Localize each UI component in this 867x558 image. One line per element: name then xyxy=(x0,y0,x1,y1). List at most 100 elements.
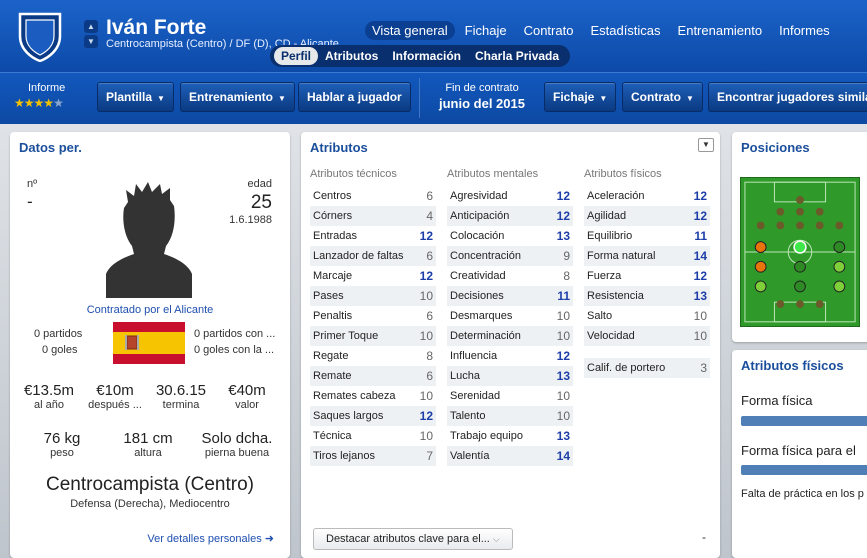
physical-attribute-value: 13 xyxy=(693,289,707,303)
technical-attribute-row: Lanzador de faltas 6 xyxy=(310,246,436,266)
mental-attribute-name: Creatividad xyxy=(450,270,506,282)
goalkeeper-value: 3 xyxy=(700,361,707,375)
mental-attribute-row: Determinación 10 xyxy=(447,326,573,346)
after-stat: €10m después ... xyxy=(84,382,146,411)
mental-attribute-name: Trabajo equipo xyxy=(450,430,523,442)
technical-attribute-name: Marcaje xyxy=(313,270,353,282)
technical-header: Atributos técnicos xyxy=(310,168,397,180)
tab-informes[interactable]: Informes xyxy=(772,21,837,40)
physical-attribute-value: 11 xyxy=(694,229,707,243)
physical-attribute-row: Salto 10 xyxy=(584,306,710,326)
position-dot xyxy=(833,260,846,273)
contract-status[interactable]: Contratado por el Alicante xyxy=(10,304,290,316)
after-caption: después ... xyxy=(88,399,142,411)
mental-attribute-value: 10 xyxy=(556,409,570,423)
contract-end-value: junio del 2015 xyxy=(439,96,525,111)
mental-attribute-row: Agresividad 12 xyxy=(447,186,573,206)
personal-panel-title: Datos per. xyxy=(19,140,82,155)
physical-attribute-value: 12 xyxy=(693,269,707,283)
mental-attribute-value: 9 xyxy=(563,249,570,263)
tab-contrato[interactable]: Contrato xyxy=(517,21,581,40)
tab-entrenamiento[interactable]: Entrenamiento xyxy=(671,21,770,40)
technical-attribute-value: 6 xyxy=(426,309,433,323)
technical-attribute-name: Entradas xyxy=(313,230,358,242)
technical-attribute-name: Primer Toque xyxy=(313,330,379,342)
subtab-informacion[interactable]: Información xyxy=(385,47,468,65)
player-silhouette-icon xyxy=(106,182,192,298)
mental-attribute-value: 10 xyxy=(556,389,570,403)
player-switcher[interactable]: ▲ ▼ xyxy=(84,20,98,48)
expiry-caption: termina xyxy=(162,399,200,411)
highlight-select-label: Destacar atributos clave para el... xyxy=(326,533,490,545)
report-label: Informe xyxy=(28,82,66,94)
squad-button[interactable]: Plantilla ▼ xyxy=(97,82,174,112)
contract-end: Fin de contrato junio del 2015 xyxy=(428,82,536,111)
position-dot xyxy=(754,280,767,293)
technical-attribute-row: Remate 6 xyxy=(310,366,436,386)
mental-attribute-row: Anticipación 12 xyxy=(447,206,573,226)
physical-attribute-name: Aceleración xyxy=(587,190,645,202)
highlight-key-attributes-select[interactable]: Destacar atributos clave para el... ⌵ xyxy=(313,528,513,550)
mental-attribute-name: Agresividad xyxy=(450,190,508,202)
subtab-atributos[interactable]: Atributos xyxy=(318,47,385,65)
technical-column: Atributos técnicos Centros 6 Córners 4 Entra… xyxy=(310,168,436,466)
contract-end-label: Fin de contrato xyxy=(445,82,519,94)
technical-attribute-value: 12 xyxy=(419,229,433,243)
position-dot xyxy=(833,280,846,293)
mental-attribute-value: 12 xyxy=(556,189,570,203)
training-button[interactable]: Entrenamiento ▼ xyxy=(180,82,295,112)
star-icon: ★ xyxy=(33,96,45,110)
physical-attribute-value: 12 xyxy=(693,189,707,203)
technical-attribute-name: Centros xyxy=(313,190,352,202)
mental-attribute-name: Anticipación xyxy=(450,210,510,222)
mental-attribute-value: 11 xyxy=(557,289,570,303)
number-label: nº xyxy=(27,178,38,190)
position-dot xyxy=(794,260,806,273)
tab-fichaje[interactable]: Fichaje xyxy=(458,21,514,40)
mental-attribute-row: Creatividad 8 xyxy=(447,266,573,286)
tab-vista-general[interactable]: Vista general xyxy=(365,21,455,40)
talk-to-player-button[interactable]: Hablar a jugador xyxy=(298,82,411,112)
contract-button-label: Contrato xyxy=(631,90,681,104)
transfer-button[interactable]: Fichaje ▼ xyxy=(544,82,617,112)
physical-attribute-name: Resistencia xyxy=(587,290,644,302)
league-goals: 0 goles xyxy=(42,344,78,356)
mental-attribute-row: Lucha 13 xyxy=(447,366,573,386)
weight-value: 76 kg xyxy=(43,430,81,447)
technical-attribute-value: 6 xyxy=(426,189,433,203)
subtab-perfil[interactable]: Perfil xyxy=(274,47,319,65)
technical-attribute-value: 6 xyxy=(426,369,433,383)
mental-attribute-row: Talento 10 xyxy=(447,406,573,426)
next-player-icon[interactable]: ▼ xyxy=(84,35,98,48)
panel-menu-chevron-icon[interactable]: ▼ xyxy=(698,138,714,152)
find-similar-players-button[interactable]: Encontrar jugadores similar xyxy=(708,82,867,112)
technical-attribute-row: Técnica 10 xyxy=(310,426,436,446)
tab-estadisticas[interactable]: Estadísticas xyxy=(583,21,667,40)
mental-attribute-name: Determinación xyxy=(450,330,521,342)
birth-date: 1.6.1988 xyxy=(229,214,272,226)
match-fitness-label: Forma física para el xyxy=(741,443,856,458)
contract-button[interactable]: Contrato ▼ xyxy=(622,82,703,112)
technical-attribute-name: Remate xyxy=(313,370,352,382)
mental-attribute-value: 10 xyxy=(556,329,570,343)
personal-details-link[interactable]: Ver detalles personales ➜ xyxy=(147,532,274,545)
value-caption: valor xyxy=(235,399,259,411)
technical-list: Centros 6 Córners 4 Entradas 12 Lanzador de fa… xyxy=(310,186,436,466)
subtab-charla-privada[interactable]: Charla Privada xyxy=(468,47,566,65)
technical-attribute-value: 4 xyxy=(426,209,433,223)
expiry-stat: 30.6.15 termina xyxy=(150,382,212,411)
weight-stat: 76 kg peso xyxy=(24,430,100,459)
star-icon: ★ xyxy=(14,96,25,110)
wage-value: €13.5m xyxy=(23,382,75,399)
mental-attribute-value: 12 xyxy=(556,349,570,363)
physical-attribute-name: Forma natural xyxy=(587,250,656,262)
main-position: Centrocampista (Centro) xyxy=(45,474,255,495)
physical-attribute-row: Equilibrio 11 xyxy=(584,226,710,246)
mental-attribute-value: 10 xyxy=(556,309,570,323)
fitness-label: Forma física xyxy=(741,393,813,408)
technical-attribute-value: 7 xyxy=(426,449,433,463)
mental-attribute-name: Talento xyxy=(450,410,486,422)
position-dot xyxy=(833,241,846,253)
chevron-down-icon: ▼ xyxy=(278,94,286,103)
previous-player-icon[interactable]: ▲ xyxy=(84,20,98,33)
